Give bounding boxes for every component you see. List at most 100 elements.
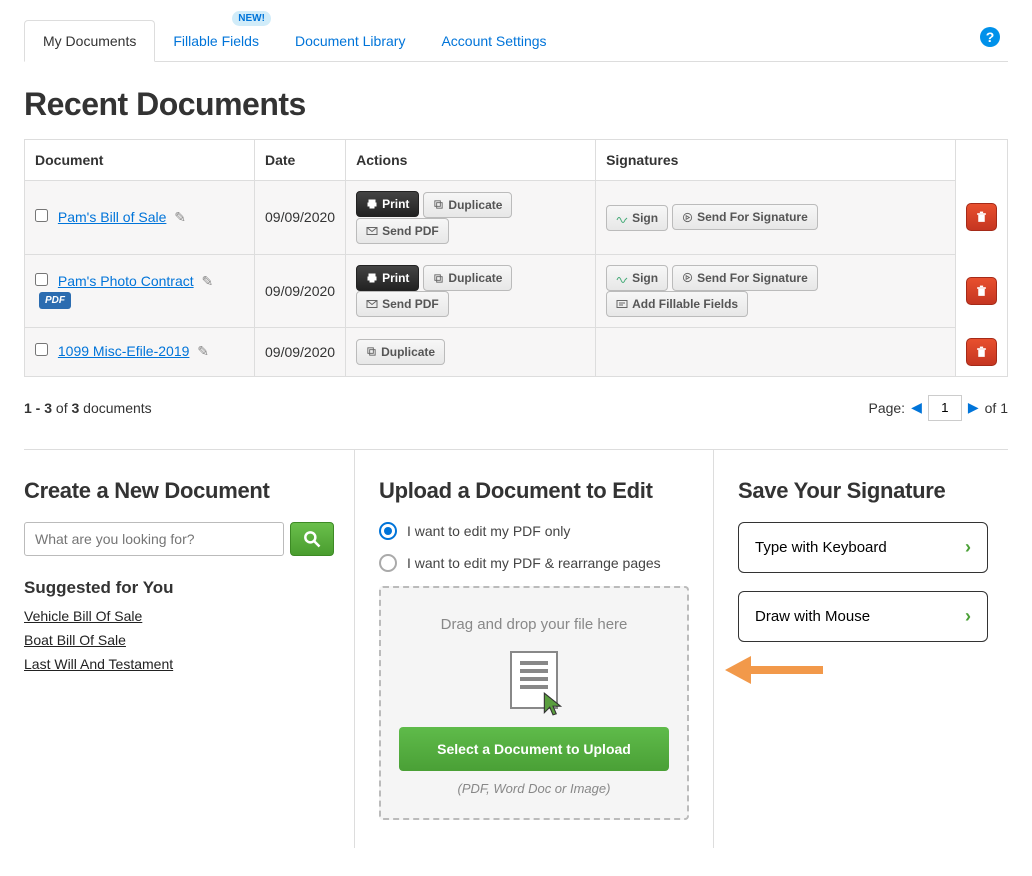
signature-section: Save Your Signature Type with Keyboard ›… — [714, 450, 1008, 848]
suggestion-link[interactable]: Last Will And Testament — [24, 656, 334, 672]
th-date: Date — [255, 140, 346, 181]
delete-button[interactable] — [966, 203, 997, 231]
pdf-badge: PDF — [39, 292, 71, 309]
drop-text: Drag and drop your file here — [399, 616, 669, 633]
table-row: 1099 Misc-Efile-2019 ✎ 09/09/2020 Duplicat… — [25, 328, 1008, 377]
send-for-signature-button[interactable]: Send For Signature — [672, 204, 818, 230]
suggested-heading: Suggested for You — [24, 578, 334, 598]
document-link[interactable]: 1099 Misc-Efile-2019 — [58, 343, 190, 359]
send-for-signature-button[interactable]: Send For Signature — [672, 265, 818, 291]
send-pdf-button[interactable]: Send PDF — [356, 218, 449, 244]
tab-my-documents[interactable]: My Documents — [24, 20, 155, 62]
date-cell: 09/09/2020 — [255, 254, 346, 328]
delete-button[interactable] — [966, 277, 997, 305]
delete-button[interactable] — [966, 338, 997, 366]
arrow-callout-icon — [723, 650, 823, 690]
row-checkbox[interactable] — [35, 209, 48, 222]
radio-icon — [379, 522, 397, 540]
suggestion-link[interactable]: Boat Bill Of Sale — [24, 632, 334, 648]
mail-icon — [366, 226, 378, 236]
search-button[interactable] — [290, 522, 334, 556]
document-link[interactable]: Pam's Photo Contract — [58, 273, 194, 289]
suggestion-link[interactable]: Vehicle Bill Of Sale — [24, 608, 334, 624]
document-icon — [510, 651, 558, 709]
of-pages: of 1 — [985, 400, 1008, 416]
pencil-icon[interactable]: ✎ — [197, 343, 209, 359]
row-checkbox[interactable] — [35, 273, 48, 286]
send-icon — [682, 272, 693, 283]
upload-button[interactable]: Select a Document to Upload — [399, 727, 669, 771]
page-label: Page: — [868, 400, 905, 416]
tab-account-settings[interactable]: Account Settings — [423, 21, 564, 61]
send-icon — [682, 212, 693, 223]
tab-fillable-fields[interactable]: Fillable Fields NEW! — [155, 21, 277, 61]
duplicate-button[interactable]: Duplicate — [423, 192, 512, 218]
pencil-icon[interactable]: ✎ — [174, 209, 186, 225]
th-document: Document — [25, 140, 255, 181]
page-title: Recent Documents — [24, 86, 1008, 123]
mail-icon — [366, 299, 378, 309]
signature-heading: Save Your Signature — [738, 478, 988, 504]
signature-icon — [616, 273, 628, 283]
sign-button[interactable]: Sign — [606, 205, 668, 231]
create-heading: Create a New Document — [24, 478, 334, 504]
pager: Page: ◀ ▶ of 1 — [868, 395, 1008, 421]
radio-edit-only[interactable]: I want to edit my PDF only — [379, 522, 689, 540]
tab-label: Fillable Fields — [173, 33, 259, 49]
dropzone[interactable]: Drag and drop your file here Select a Do… — [379, 586, 689, 820]
table-row: Pam's Photo Contract ✎ PDF 09/09/2020 Prin… — [25, 254, 1008, 328]
print-icon — [366, 198, 378, 210]
document-link[interactable]: Pam's Bill of Sale — [58, 209, 167, 225]
send-pdf-button[interactable]: Send PDF — [356, 291, 449, 317]
search-icon — [302, 529, 322, 549]
signature-icon — [616, 213, 628, 223]
table-row: Pam's Bill of Sale ✎ 09/09/2020 PrintDupli… — [25, 181, 1008, 255]
chevron-right-icon: › — [965, 606, 971, 627]
radio-edit-rearrange[interactable]: I want to edit my PDF & rearrange pages — [379, 554, 689, 572]
duplicate-icon — [366, 346, 377, 357]
button-label: Draw with Mouse — [755, 608, 965, 625]
search-input[interactable] — [24, 522, 284, 556]
form-icon — [616, 299, 628, 309]
radio-label: I want to edit my PDF only — [407, 523, 570, 539]
button-label: Type with Keyboard — [755, 539, 965, 556]
th-signatures: Signatures — [596, 140, 956, 181]
upload-section: Upload a Document to Edit I want to edit… — [354, 450, 714, 848]
radio-icon — [379, 554, 397, 572]
pagination-row: 1 - 3 of 3 documents Page: ◀ ▶ of 1 — [24, 395, 1008, 421]
date-cell: 09/09/2020 — [255, 181, 346, 255]
duplicate-icon — [433, 199, 444, 210]
tab-bar: My Documents Fillable Fields NEW! Docume… — [24, 20, 1008, 62]
sign-button[interactable]: Sign — [606, 265, 668, 291]
print-button[interactable]: Print — [356, 265, 419, 291]
date-cell: 09/09/2020 — [255, 328, 346, 377]
pencil-icon[interactable]: ✎ — [202, 273, 214, 289]
next-page-icon[interactable]: ▶ — [968, 399, 979, 416]
new-badge: NEW! — [232, 11, 271, 26]
duplicate-icon — [433, 273, 444, 284]
cursor-icon — [540, 691, 566, 717]
documents-table: Document Date Actions Signatures Pam's B… — [24, 139, 1008, 377]
prev-page-icon[interactable]: ◀ — [911, 399, 922, 416]
print-button[interactable]: Print — [356, 191, 419, 217]
type-keyboard-button[interactable]: Type with Keyboard › — [738, 522, 988, 573]
add-fillable-button[interactable]: Add Fillable Fields — [606, 291, 748, 317]
help-icon[interactable]: ? — [980, 27, 1000, 47]
upload-heading: Upload a Document to Edit — [379, 478, 689, 504]
pagination-summary: 1 - 3 of 3 documents — [24, 400, 152, 416]
th-actions: Actions — [346, 140, 596, 181]
trash-icon — [975, 284, 988, 298]
duplicate-button[interactable]: Duplicate — [423, 265, 512, 291]
chevron-right-icon: › — [965, 537, 971, 558]
radio-label: I want to edit my PDF & rearrange pages — [407, 555, 661, 571]
duplicate-button[interactable]: Duplicate — [356, 339, 445, 365]
file-types: (PDF, Word Doc or Image) — [399, 781, 669, 796]
row-checkbox[interactable] — [35, 343, 48, 356]
print-icon — [366, 272, 378, 284]
page-input[interactable] — [928, 395, 962, 421]
create-document-section: Create a New Document Suggested for You … — [24, 450, 354, 848]
trash-icon — [975, 210, 988, 224]
trash-icon — [975, 345, 988, 359]
tab-document-library[interactable]: Document Library — [277, 21, 424, 61]
draw-mouse-button[interactable]: Draw with Mouse › — [738, 591, 988, 642]
